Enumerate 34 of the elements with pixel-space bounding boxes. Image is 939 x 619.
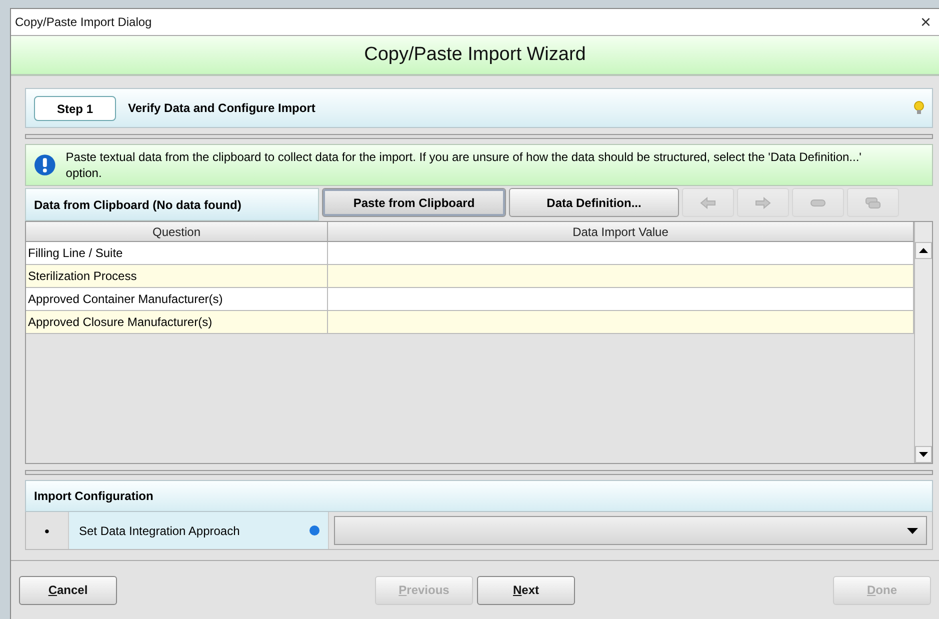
table-row[interactable]: Approved Closure Manufacturer(s) — [26, 311, 914, 334]
question-cell: Sterilization Process — [26, 265, 328, 287]
dropdown-caret-icon — [907, 528, 918, 534]
scrollbar[interactable] — [914, 222, 932, 463]
question-cell: Approved Closure Manufacturer(s) — [26, 311, 328, 333]
config-label: Set Data Integration Approach — [79, 524, 241, 538]
scroll-up-icon[interactable] — [915, 242, 932, 259]
toolbar-button[interactable]: Paste from Clipboard — [322, 188, 506, 217]
scroll-down-icon[interactable] — [915, 446, 932, 463]
step-badge: Step 1 — [34, 96, 116, 120]
lightbulb-icon — [914, 101, 924, 115]
column-header: Data Import Value — [328, 222, 914, 242]
step-title: Verify Data and Configure Import — [128, 101, 316, 115]
navigation-button[interactable]: Next — [477, 576, 575, 604]
question-cell: Approved Container Manufacturer(s) — [26, 288, 328, 310]
question-cell: Filling Line / Suite — [26, 242, 328, 264]
close-button[interactable]: × — [918, 12, 933, 32]
column-header: Question — [26, 222, 328, 242]
info-text: Paste textual data from the clipboard to collect data for the import. If you are unsure of how the data should be structured, select the 'Data Definition...' option. — [66, 149, 862, 181]
exclamation-icon — [34, 154, 56, 176]
wizard-title: Copy/Paste Import Wizard — [364, 44, 586, 66]
approach-dropdown[interactable] — [334, 516, 927, 545]
table-row[interactable]: Sterilization Process — [26, 265, 914, 288]
left-arrow-icon — [700, 196, 716, 208]
toolbar-button[interactable]: Data Definition... — [509, 188, 679, 217]
minus-icon — [810, 198, 826, 206]
copy-icon — [865, 196, 881, 208]
window-title: Copy/Paste Import Dialog — [15, 15, 152, 29]
config-title: Import Configuration — [34, 489, 154, 503]
table-row[interactable]: Approved Container Manufacturer(s) — [26, 288, 914, 311]
cancel-button[interactable]: Cancel — [19, 576, 117, 604]
right-arrow-icon — [755, 196, 771, 208]
clipboard-label: Data from Clipboard (No data found) — [25, 188, 319, 221]
table-row[interactable]: Filling Line / Suite — [26, 242, 914, 265]
